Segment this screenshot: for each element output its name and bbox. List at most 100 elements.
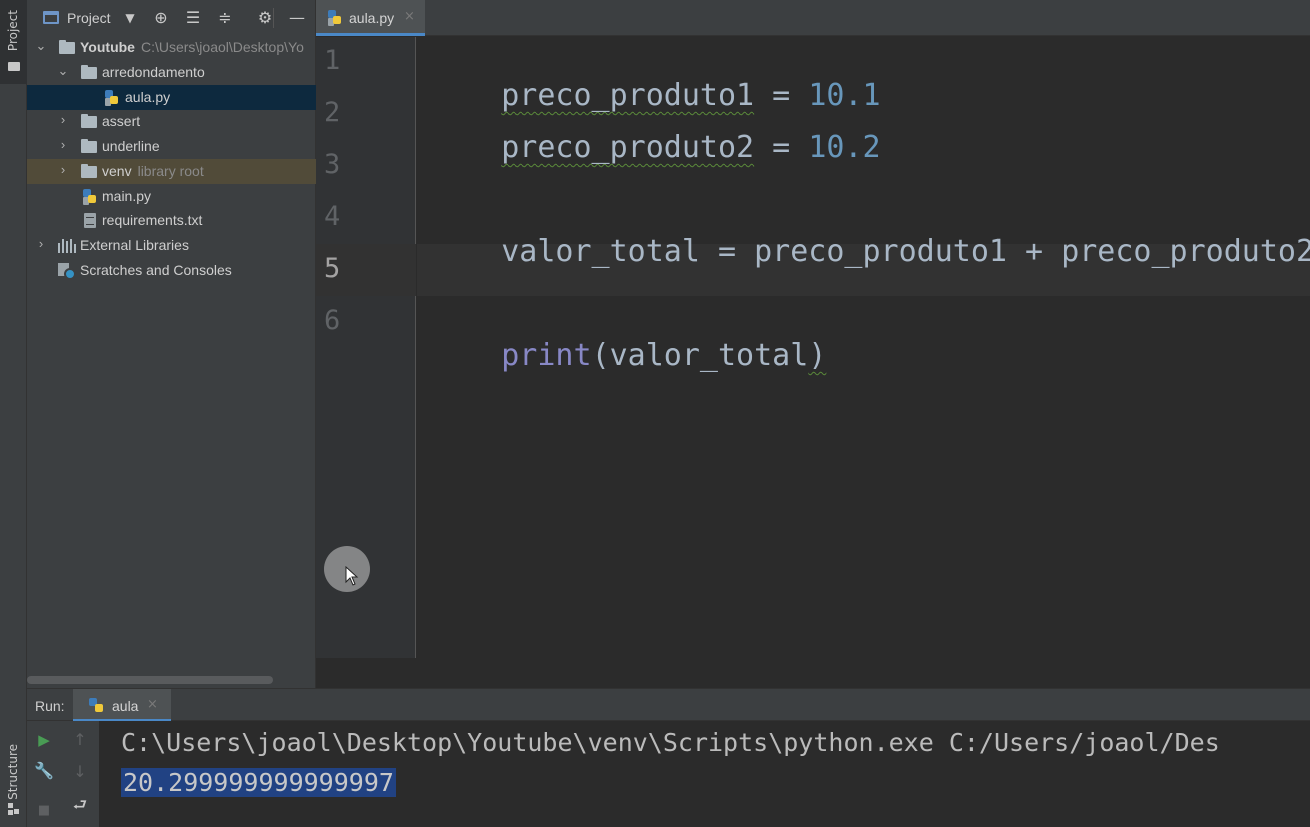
text-file-icon: [84, 213, 96, 228]
operator: =: [754, 130, 809, 165]
library-icon: [58, 239, 76, 253]
identifier: preco_produto2: [501, 130, 755, 165]
horizontal-scrollbar[interactable]: [27, 676, 273, 684]
stop-icon[interactable]: ■: [33, 800, 55, 822]
folder-icon: [81, 65, 97, 79]
tree-item-requirements[interactable]: requirements.txt: [27, 208, 316, 233]
left-tool-strip: Project Structure: [0, 0, 27, 827]
up-arrow-icon[interactable]: ↑: [69, 729, 91, 751]
tree-root-label: Youtube: [80, 39, 135, 55]
tab-aula-py[interactable]: aula.py ×: [316, 0, 425, 36]
folder-icon: [81, 139, 97, 153]
chevron-down-icon[interactable]: ⌄: [35, 38, 47, 54]
run-toolbar: ▶ ↑ 🔧 ↓ ■ ⮐: [27, 721, 99, 827]
line-number-current: 5: [324, 253, 341, 284]
down-arrow-icon[interactable]: ↓: [69, 761, 91, 783]
structure-tool-label: Structure: [6, 744, 20, 800]
tree-item-assert[interactable]: › assert: [27, 109, 316, 134]
tree-item-aula-py[interactable]: aula.py: [27, 85, 316, 110]
tree-item-label: External Libraries: [80, 237, 189, 253]
tree-item-label: main.py: [102, 188, 152, 204]
identifier: preco_produto1: [754, 234, 1007, 269]
folder-icon: [8, 62, 20, 71]
tree-item-label: venv: [102, 163, 132, 179]
crosshair-icon[interactable]: ⊕: [152, 9, 170, 27]
tree-root-youtube[interactable]: ⌄ Youtube C:\Users\joaol\Desktop\Yo: [27, 35, 316, 60]
run-console[interactable]: C:\Users\joaol\Desktop\Youtube\venv\Scri…: [99, 721, 1310, 827]
line-number: 1: [324, 45, 341, 76]
mouse-pointer-icon: [345, 566, 359, 586]
expand-all-icon[interactable]: ☰: [184, 9, 202, 27]
chevron-down-icon[interactable]: ▼: [121, 9, 139, 27]
line-number: 3: [324, 149, 341, 180]
line-number: 2: [324, 97, 341, 128]
tree-item-label: assert: [102, 113, 141, 129]
line-number: 4: [324, 201, 341, 232]
chevron-right-icon[interactable]: ›: [35, 236, 47, 252]
project-panel: Project ▼ ⊕ ☰ ≑ ⚙ — ⌄ Youtube C:\Users\jo…: [27, 0, 316, 688]
tree-item-label: underline: [102, 138, 160, 154]
tree-item-external-libraries[interactable]: › External Libraries: [27, 233, 316, 258]
line-number: 6: [324, 305, 341, 336]
builtin-function: print: [501, 338, 592, 373]
project-view-selector[interactable]: Project: [67, 10, 111, 26]
editor-tab-bar: aula.py ×: [316, 0, 1310, 36]
close-icon[interactable]: ×: [147, 697, 158, 712]
operator: +: [1007, 234, 1062, 269]
project-panel-toolbar: Project ▼ ⊕ ☰ ≑ ⚙ —: [27, 0, 316, 36]
collapse-all-icon[interactable]: ≑: [216, 9, 234, 27]
number-literal: 10.2: [808, 130, 881, 165]
tree-item-underline[interactable]: › underline: [27, 134, 316, 159]
tree-item-label: arredondamento: [102, 64, 205, 80]
folder-icon: [81, 164, 97, 178]
tree-root-path: C:\Users\joaol\Desktop\Yo: [140, 39, 304, 55]
paren: (: [591, 338, 610, 373]
close-icon[interactable]: ×: [404, 9, 415, 24]
python-file-icon: [328, 10, 342, 26]
tree-item-main-py[interactable]: main.py: [27, 184, 316, 209]
code-line-2[interactable]: preco_produto2 = 10.2: [429, 95, 881, 200]
tab-label: aula.py: [349, 10, 395, 26]
library-root-hint: library root: [137, 163, 204, 179]
chevron-right-icon[interactable]: ›: [57, 137, 69, 153]
folder-icon: [81, 114, 97, 128]
identifier: valor_total: [609, 338, 809, 373]
gear-icon[interactable]: ⚙: [256, 9, 274, 27]
wrench-icon[interactable]: 🔧: [33, 760, 55, 782]
code-line-6[interactable]: print(valor_total): [429, 303, 826, 408]
python-file-icon: [89, 698, 103, 712]
python-file-icon: [105, 90, 119, 106]
structure-icon: [8, 803, 20, 815]
editor-bottom-area: [316, 658, 1310, 688]
tree-item-venv[interactable]: › venv library root: [27, 159, 316, 184]
console-command-line: C:\Users\joaol\Desktop\Youtube\venv\Scri…: [121, 728, 1220, 757]
identifier: valor_total: [501, 234, 700, 269]
identifier: preco_produto2: [1061, 234, 1310, 269]
run-tab-label: aula: [112, 698, 139, 714]
code-editor[interactable]: preco_produto1 = 10.1 preco_produto2 = 1…: [417, 37, 1310, 658]
tree-item-label: requirements.txt: [102, 212, 203, 228]
run-tab-aula[interactable]: aula ×: [73, 689, 171, 722]
folder-icon: [59, 40, 75, 54]
chevron-right-icon[interactable]: ›: [57, 112, 69, 128]
tree-item-arredondamento[interactable]: ⌄ arredondamento: [27, 60, 316, 85]
tree-item-label: aula.py: [125, 89, 171, 105]
project-tool-label: Project: [6, 10, 20, 52]
run-icon[interactable]: ▶: [33, 729, 55, 751]
run-panel-header: Run: aula ×: [27, 688, 1310, 722]
soft-wrap-icon[interactable]: ⮐: [69, 794, 91, 816]
scratches-icon: [58, 263, 76, 280]
minimize-icon[interactable]: —: [288, 9, 306, 27]
run-panel-title: Run:: [35, 698, 65, 714]
paren: ): [808, 338, 827, 373]
operator: =: [699, 234, 755, 269]
project-tool-button[interactable]: Project: [0, 0, 27, 84]
python-file-icon: [83, 189, 97, 205]
chevron-down-icon[interactable]: ⌄: [57, 63, 69, 79]
tree-item-label: Scratches and Consoles: [80, 262, 232, 278]
console-output-selected[interactable]: 20.299999999999997: [121, 768, 396, 797]
tree-item-scratches[interactable]: Scratches and Consoles: [27, 258, 316, 283]
project-window-icon: [43, 11, 59, 24]
code-line-4[interactable]: valor_total = preco_produto1 + preco_pro…: [429, 199, 1310, 304]
chevron-right-icon[interactable]: ›: [57, 162, 69, 178]
